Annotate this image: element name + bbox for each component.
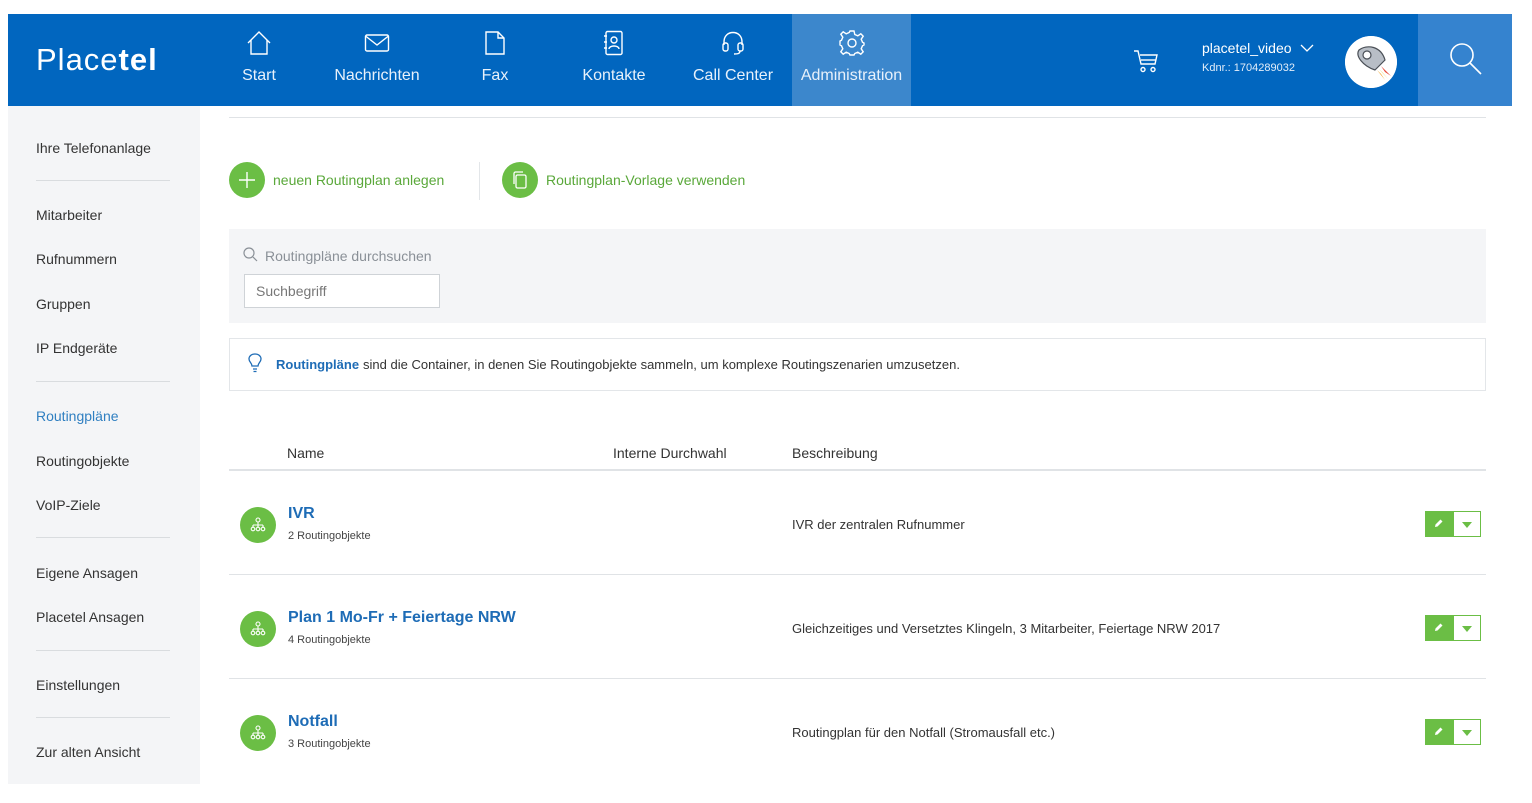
divider <box>229 117 1486 118</box>
search-input[interactable] <box>244 274 440 308</box>
search-icon <box>1447 40 1483 81</box>
nav-administration[interactable]: Administration <box>792 14 911 106</box>
copy-icon <box>502 162 538 198</box>
row-menu-dropdown[interactable] <box>1453 719 1481 745</box>
table-row: Plan 1 Mo-Fr + Feiertage NRW 4 Routingob… <box>229 575 1486 679</box>
global-search-button[interactable] <box>1418 14 1512 106</box>
sidebar-divider <box>36 180 170 181</box>
address-book-icon <box>603 29 625 57</box>
document-icon <box>484 29 506 57</box>
app-window: Placetel Start Nachrichten Fax Kontakte <box>8 14 1512 784</box>
envelope-icon <box>364 29 390 57</box>
sidebar-item-routingobjekte[interactable]: Routingobjekte <box>36 453 129 469</box>
pencil-icon <box>1434 515 1444 533</box>
routingobjekte-count: 2 Routingobjekte <box>288 530 371 542</box>
headset-icon <box>720 29 746 57</box>
nav-label: Nachrichten <box>334 67 420 84</box>
nav-label: Call Center <box>692 67 774 84</box>
sidebar-divider <box>36 717 170 718</box>
routingplan-name-link[interactable]: Notfall <box>288 713 338 731</box>
routingplan-description: IVR der zentralen Rufnummer <box>792 517 965 532</box>
routingplan-description: Routingplan für den Notfall (Stromausfal… <box>792 725 1056 740</box>
top-navigation-bar: Placetel Start Nachrichten Fax Kontakte <box>8 14 1512 106</box>
user-name: placetel_video <box>1202 40 1292 56</box>
sidebar-item-ip-endgeraete[interactable]: IP Endgeräte <box>36 340 117 356</box>
info-text: sind die Container, in denen Sie Routing… <box>363 357 960 372</box>
row-actions <box>1425 719 1481 745</box>
use-template-label: Routingplan-Vorlage verwenden <box>546 172 746 188</box>
sidebar-item-telefonanlage[interactable]: Ihre Telefonanlage <box>36 140 151 156</box>
user-menu[interactable]: placetel_video <box>1202 40 1314 56</box>
customer-number: Kdnr.: 1704289032 <box>1202 62 1295 74</box>
sidebar-divider <box>36 650 170 651</box>
search-label: Routingpläne durchsuchen <box>243 247 432 265</box>
lightbulb-icon <box>230 353 276 376</box>
divider <box>479 162 480 200</box>
table-row: Notfall 3 Routingobjekte Routingplan für… <box>229 679 1486 783</box>
chevron-down-icon <box>1300 40 1314 56</box>
new-routingplan-button[interactable]: neuen Routingplan anlegen <box>229 162 444 198</box>
sidebar-item-gruppen[interactable]: Gruppen <box>36 296 90 312</box>
search-icon <box>243 247 265 265</box>
column-header-durchwahl[interactable]: Interne Durchwahl <box>613 445 727 461</box>
sidebar-divider <box>36 537 170 538</box>
sidebar-item-mitarbeiter[interactable]: Mitarbeiter <box>36 207 102 223</box>
row-actions <box>1425 511 1481 537</box>
new-routingplan-label: neuen Routingplan anlegen <box>273 172 445 188</box>
routing-tree-icon <box>240 611 276 647</box>
sidebar-item-einstellungen[interactable]: Einstellungen <box>36 677 120 693</box>
row-menu-dropdown[interactable] <box>1453 511 1481 537</box>
pencil-icon <box>1434 723 1444 741</box>
caret-down-icon <box>1462 515 1472 533</box>
caret-down-icon <box>1462 619 1472 637</box>
nav-start[interactable]: Start <box>227 14 291 106</box>
nav-label: Kontakte <box>582 67 646 84</box>
sidebar-item-placetel-ansagen[interactable]: Placetel Ansagen <box>36 609 144 625</box>
plus-icon <box>229 162 265 198</box>
edit-button[interactable] <box>1425 615 1453 641</box>
sidebar-item-rufnummern[interactable]: Rufnummern <box>36 251 117 267</box>
edit-button[interactable] <box>1425 719 1453 745</box>
avatar[interactable] <box>1345 36 1397 88</box>
sidebar-divider <box>36 381 170 382</box>
home-icon <box>246 29 272 57</box>
routing-tree-icon <box>240 507 276 543</box>
cart-icon[interactable] <box>1133 48 1159 79</box>
nav-kontakte[interactable]: Kontakte <box>574 14 654 106</box>
edit-button[interactable] <box>1425 511 1453 537</box>
routingplaene-link[interactable]: Routingpläne <box>276 357 359 372</box>
info-box: Routingpläne sind die Container, in dene… <box>229 338 1486 391</box>
nav-label: Administration <box>800 67 903 84</box>
routingplan-name-link[interactable]: IVR <box>288 505 315 523</box>
nav-label: Fax <box>481 67 509 84</box>
search-panel: Routingpläne durchsuchen <box>229 229 1486 323</box>
nav-fax[interactable]: Fax <box>470 14 520 106</box>
sidebar-item-alte-ansicht[interactable]: Zur alten Ansicht <box>36 744 140 760</box>
pencil-icon <box>1434 619 1444 637</box>
routingplan-description: Gleichzeitiges und Versetztes Klingeln, … <box>792 621 1221 636</box>
gear-icon <box>838 29 866 57</box>
row-actions <box>1425 615 1481 641</box>
routing-tree-icon <box>240 715 276 751</box>
table-row: IVR 2 Routingobjekte IVR der zentralen R… <box>229 471 1486 575</box>
column-header-name[interactable]: Name <box>287 445 324 461</box>
routingplan-name-link[interactable]: Plan 1 Mo-Fr + Feiertage NRW <box>288 609 516 627</box>
sidebar-item-voip-ziele[interactable]: VoIP-Ziele <box>36 497 101 513</box>
use-template-button[interactable]: Routingplan-Vorlage verwenden <box>502 162 745 198</box>
caret-down-icon <box>1462 723 1472 741</box>
placetel-logo[interactable]: Placetel <box>36 42 158 78</box>
sidebar-item-eigene-ansagen[interactable]: Eigene Ansagen <box>36 565 138 581</box>
nav-label: Start <box>242 67 276 84</box>
column-header-beschreibung[interactable]: Beschreibung <box>792 445 878 461</box>
nav-call-center[interactable]: Call Center <box>687 14 779 106</box>
sidebar: Ihre Telefonanlage Mitarbeiter Rufnummer… <box>8 106 200 784</box>
nav-nachrichten[interactable]: Nachrichten <box>324 14 430 106</box>
row-menu-dropdown[interactable] <box>1453 615 1481 641</box>
routingobjekte-count: 3 Routingobjekte <box>288 738 371 750</box>
routingobjekte-count: 4 Routingobjekte <box>288 634 371 646</box>
sidebar-item-routingplaene[interactable]: Routingpläne <box>36 408 119 424</box>
